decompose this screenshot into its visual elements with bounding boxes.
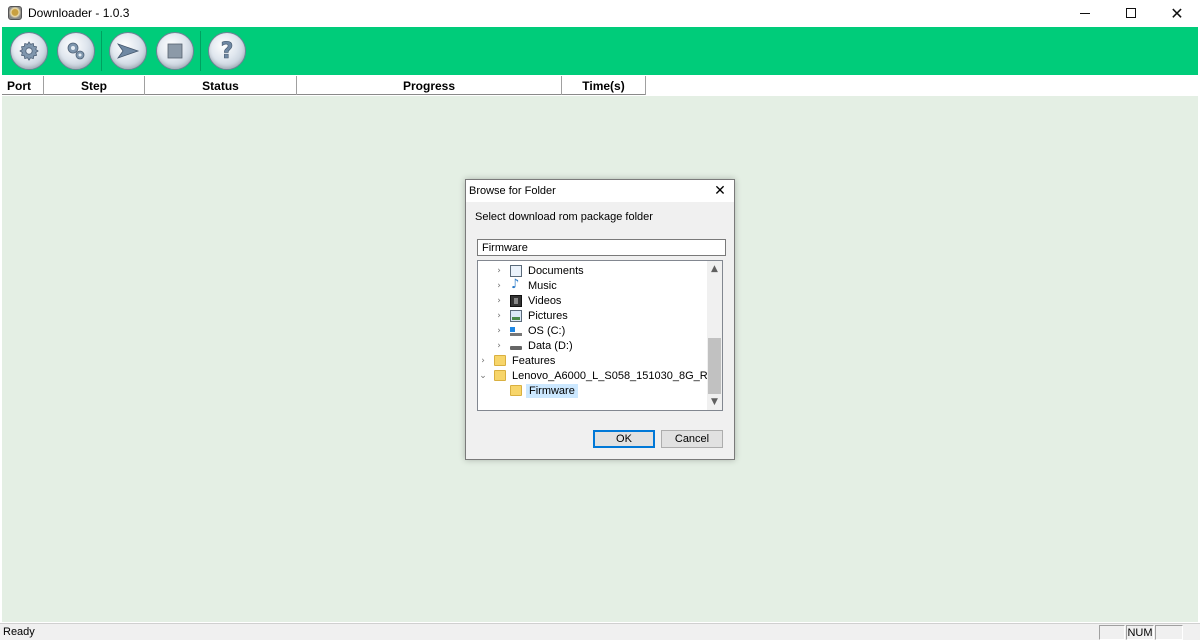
close-icon: ✕	[1170, 3, 1184, 23]
tree-item-documents[interactable]: › Documents	[494, 263, 586, 278]
gear-icon	[19, 41, 39, 61]
status-panel-caps	[1099, 625, 1125, 640]
folder-icon	[510, 385, 522, 396]
maximize-button[interactable]	[1108, 0, 1154, 26]
collapse-chevron-icon[interactable]: ⌄	[478, 368, 488, 383]
close-button[interactable]: ✕	[1154, 0, 1200, 26]
tree-item-label: OS (C:)	[528, 324, 566, 337]
gears-icon	[67, 42, 85, 60]
dialog-instruction: Select download rom package folder	[475, 211, 653, 223]
tree-item-features[interactable]: › Features	[478, 353, 557, 368]
column-header-port[interactable]: Port	[2, 76, 44, 95]
tree-item-pictures[interactable]: › Pictures	[494, 308, 570, 323]
drive-icon	[510, 340, 522, 352]
toolbar: ?	[2, 27, 1198, 75]
tree-item-label: Music	[528, 279, 557, 292]
column-header-progress[interactable]: Progress	[297, 76, 562, 95]
column-header-status[interactable]: Status	[145, 76, 297, 95]
tree-item-firmware[interactable]: Firmware	[494, 383, 578, 398]
tree-item-label: Pictures	[528, 309, 568, 322]
documents-icon	[510, 264, 522, 277]
advanced-settings-button[interactable]	[57, 32, 95, 70]
start-button[interactable]	[109, 32, 147, 70]
folder-icon	[494, 355, 506, 366]
tree-scrollbar[interactable]: ▲ ▼	[707, 261, 722, 410]
tree-item-label: Data (D:)	[528, 339, 573, 352]
tree-item-videos[interactable]: › Videos	[494, 293, 563, 308]
status-bar: Ready NUM	[0, 623, 1200, 640]
maximize-icon	[1126, 8, 1136, 18]
status-text: Ready	[3, 626, 35, 638]
settings-button[interactable]	[10, 32, 48, 70]
scrollbar-thumb[interactable]	[708, 338, 721, 394]
svg-text:?: ?	[221, 39, 234, 63]
help-button[interactable]: ?	[208, 32, 246, 70]
dialog-titlebar: Browse for Folder ✕	[466, 180, 734, 202]
tree-item-os-drive[interactable]: › OS (C:)	[494, 323, 567, 338]
stop-button[interactable]	[156, 32, 194, 70]
expand-chevron-icon[interactable]: ›	[494, 278, 504, 293]
folder-tree[interactable]: › Documents › Music › Videos › Pictures …	[477, 260, 723, 411]
play-arrow-icon	[116, 43, 140, 59]
expand-chevron-icon[interactable]: ›	[494, 263, 504, 278]
scroll-down-icon[interactable]: ▼	[707, 395, 722, 409]
column-header-step[interactable]: Step	[44, 76, 145, 95]
expand-chevron-icon[interactable]: ›	[494, 323, 504, 338]
downloader-app-icon	[8, 6, 22, 20]
expand-chevron-icon[interactable]: ›	[494, 308, 504, 323]
toolbar-separator	[101, 31, 102, 71]
minimize-icon	[1080, 12, 1090, 14]
status-panel-num: NUM	[1126, 625, 1154, 640]
stop-square-icon	[167, 43, 183, 59]
dialog-close-button[interactable]: ✕	[710, 181, 730, 201]
scroll-up-icon[interactable]: ▲	[707, 262, 722, 276]
folder-icon	[494, 370, 506, 381]
tree-item-music[interactable]: › Music	[494, 277, 559, 293]
tree-item-data-drive[interactable]: › Data (D:)	[494, 338, 575, 353]
tree-item-label: Features	[512, 354, 556, 367]
music-icon	[510, 277, 522, 292]
ok-button[interactable]: OK	[593, 430, 655, 448]
expand-chevron-icon[interactable]: ›	[478, 353, 488, 368]
ports-table-header: Port Step Status Progress Time(s)	[2, 76, 646, 95]
dialog-title: Browse for Folder	[469, 185, 556, 197]
tree-item-label: Videos	[528, 294, 562, 307]
window-titlebar: Downloader - 1.0.3 ✕	[0, 0, 1200, 26]
window-title: Downloader - 1.0.3	[28, 6, 130, 20]
tree-item-label: Lenovo_A6000_L_S058_151030_8G_ROW	[512, 369, 723, 382]
window-controls: ✕	[1062, 0, 1200, 26]
expand-chevron-icon[interactable]: ›	[494, 338, 504, 353]
os-drive-icon	[510, 325, 522, 337]
tree-item-label: Firmware	[526, 383, 578, 398]
pictures-icon	[510, 309, 522, 322]
minimize-button[interactable]	[1062, 0, 1108, 26]
toolbar-separator	[200, 31, 201, 71]
tree-item-label: Documents	[528, 264, 584, 277]
cancel-button[interactable]: Cancel	[661, 430, 723, 448]
videos-icon	[510, 294, 522, 307]
status-panel-scroll	[1155, 625, 1183, 640]
question-icon: ?	[220, 39, 234, 63]
expand-chevron-icon[interactable]: ›	[494, 293, 504, 308]
folder-name-field[interactable]	[477, 239, 726, 256]
browse-folder-dialog: Browse for Folder ✕ Select download rom …	[465, 179, 735, 460]
tree-item-lenovo-rom[interactable]: ⌄ Lenovo_A6000_L_S058_151030_8G_ROW	[478, 368, 723, 383]
column-header-time[interactable]: Time(s)	[562, 76, 646, 95]
